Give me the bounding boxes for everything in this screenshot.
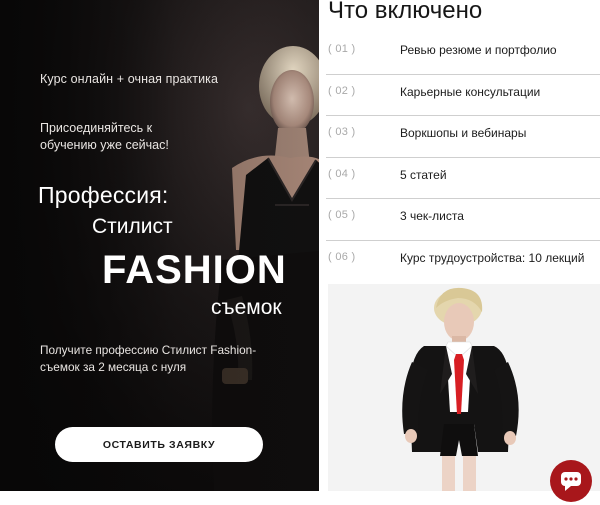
hero-banner: Курс онлайн + очная практика Присоединяй…	[0, 0, 319, 491]
profession-title-line3: съемок	[211, 296, 282, 319]
list-item: ( 03 ) Воркшопы и вебинары	[326, 116, 600, 158]
profession-title-line2: FASHION	[102, 248, 287, 292]
list-item-number: ( 01 )	[328, 43, 356, 55]
list-item: ( 04 ) 5 статей	[326, 158, 600, 199]
list-item-label: 5 статей	[400, 167, 447, 182]
course-description: Получите профессию Стилист Fashion-съемо…	[40, 343, 257, 374]
list-item-label: Ревью резюме и портфолио	[400, 43, 557, 57]
list-item: ( 02 ) Карьерные консультации	[326, 75, 600, 116]
included-list: ( 01 ) Ревью резюме и портфолио ( 02 ) К…	[326, 33, 600, 281]
course-format-text: Курс онлайн + очная практика	[40, 72, 219, 86]
profession-label: Профессия:	[38, 182, 169, 208]
course-landing-page: Курс онлайн + очная практика Присоединяй…	[0, 0, 600, 502]
list-item: ( 05 ) 3 чек-листа	[326, 199, 600, 241]
chat-button[interactable]	[550, 460, 592, 502]
included-section: Что включено ( 01 ) Ревью резюме и портф…	[326, 0, 600, 502]
list-item-label: Курс трудоустройства: 10 лекций	[400, 250, 585, 265]
submit-application-button[interactable]: ОСТАВИТЬ ЗАЯВКУ	[55, 427, 263, 462]
list-item-label: 3 чек-листа	[400, 209, 464, 223]
list-item-number: ( 02 )	[328, 84, 356, 97]
profession-title-line1: Стилист	[92, 215, 173, 238]
list-item-number: ( 03 )	[328, 126, 356, 138]
panel-gap	[319, 0, 326, 491]
list-item-number: ( 06 )	[328, 250, 356, 263]
join-invitation-text: Присоединяйтесь к обучению уже сейчас!	[40, 121, 169, 152]
chat-bubble-icon	[561, 472, 581, 491]
section-title: Что включено	[328, 0, 483, 24]
list-item-number: ( 05 )	[328, 209, 356, 221]
list-item: ( 06 ) Курс трудоустройства: 10 лекций	[326, 241, 600, 282]
list-item-label: Карьерные консультации	[400, 84, 541, 99]
list-item-label: Воркшопы и вебинары	[400, 126, 527, 140]
list-item-number: ( 04 )	[328, 167, 356, 180]
list-item: ( 01 ) Ревью резюме и портфолио	[326, 33, 600, 75]
